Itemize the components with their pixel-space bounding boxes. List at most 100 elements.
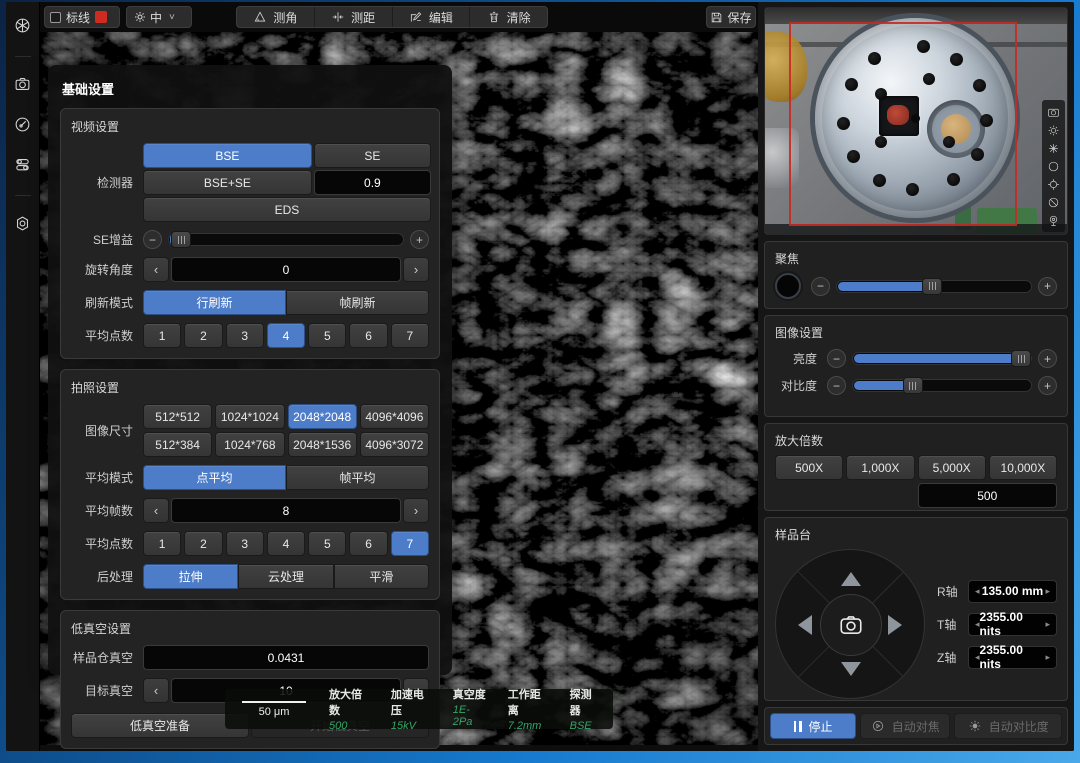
brightness-dropdown[interactable]: 中 ˅ (126, 6, 192, 28)
stage-left-button[interactable] (798, 615, 812, 635)
axis-value-field[interactable]: ◂ 2355.00 nits ▸ (968, 646, 1057, 669)
refresh-frame-button[interactable]: 帧刷新 (286, 290, 429, 315)
axis-increment-icon[interactable]: ▸ (1045, 619, 1050, 630)
image-size-button[interactable]: 1024*768 (215, 432, 284, 457)
photo-avg-point-button[interactable]: 6 (349, 531, 387, 556)
photo-avg-point-button[interactable]: 7 (391, 531, 429, 556)
target-vacuum-decrement-button[interactable]: ‹ (143, 678, 169, 703)
save-button[interactable]: 保存 (706, 6, 756, 28)
marker-checkbox[interactable] (50, 12, 61, 23)
camera-icon[interactable] (12, 73, 34, 95)
nut-settings-icon[interactable] (12, 212, 34, 234)
circle-icon[interactable] (1047, 159, 1061, 173)
post-stretch-button[interactable]: 拉伸 (143, 564, 238, 589)
video-avg-point-button[interactable]: 5 (308, 323, 346, 348)
post-cloud-button[interactable]: 云处理 (238, 564, 333, 589)
video-avg-point-button[interactable]: 6 (349, 323, 387, 348)
axis-increment-icon[interactable]: ▸ (1045, 586, 1050, 597)
se-gain-plus-button[interactable]: + (410, 230, 429, 249)
axis-value-field[interactable]: ◂ 135.00 mm ▸ (968, 580, 1057, 603)
stage-right-button[interactable] (888, 615, 902, 635)
rotation-increment-button[interactable]: › (403, 257, 429, 282)
aperture-icon[interactable] (12, 14, 34, 36)
focus-slider[interactable]: − + (811, 277, 1057, 296)
avg-frames-value-input[interactable]: 8 (171, 498, 401, 523)
video-avg-point-button[interactable]: 2 (184, 323, 222, 348)
sparkle-icon[interactable] (1047, 141, 1061, 155)
axis-decrement-icon[interactable]: ◂ (975, 586, 980, 597)
brightness-minus-button[interactable]: − (827, 349, 846, 368)
video-avg-point-button[interactable]: 3 (226, 323, 264, 348)
video-avg-point-button[interactable]: 7 (391, 323, 429, 348)
photo-avg-point-button[interactable]: 2 (184, 531, 222, 556)
detector-se-button[interactable]: SE (314, 143, 431, 168)
photo-avg-point-button[interactable]: 5 (308, 531, 346, 556)
image-size-button[interactable]: 1024*1024 (215, 404, 284, 429)
toggles-icon[interactable] (12, 153, 34, 175)
vacuum-prepare-button[interactable]: 低真空准备 (71, 713, 249, 738)
edit-button[interactable]: 编辑 (393, 7, 471, 27)
detector-mix-input[interactable]: 0.9 (314, 170, 431, 195)
post-smooth-button[interactable]: 平滑 (334, 564, 429, 589)
contrast-minus-button[interactable]: − (827, 376, 846, 395)
se-gain-minus-button[interactable]: − (143, 230, 162, 249)
se-gain-slider[interactable]: − + (143, 230, 429, 249)
refresh-line-button[interactable]: 行刷新 (143, 290, 286, 315)
contrast-plus-button[interactable]: + (1038, 376, 1057, 395)
clear-button[interactable]: 清除 (470, 7, 547, 27)
brightness-slider[interactable]: − + (827, 349, 1057, 368)
contrast-slider-handle[interactable] (903, 377, 923, 394)
focus-slider-handle[interactable] (922, 278, 942, 295)
magnification-button[interactable]: 10,000X (989, 455, 1057, 480)
image-size-button[interactable]: 4096*3072 (360, 432, 429, 457)
avg-mode-point-button[interactable]: 点平均 (143, 465, 286, 490)
rotation-decrement-button[interactable]: ‹ (143, 257, 169, 282)
detector-eds-button[interactable]: EDS (143, 197, 431, 222)
contrast-slider[interactable]: − + (827, 376, 1057, 395)
axis-increment-icon[interactable]: ▸ (1045, 652, 1050, 663)
measure-angle-button[interactable]: 测角 (237, 7, 315, 27)
image-size-button[interactable]: 2048*2048 (288, 404, 357, 429)
autocontrast-button[interactable]: 自动对比度 (954, 713, 1062, 739)
stage-camera-button[interactable] (820, 594, 882, 656)
stage-up-button[interactable] (841, 572, 861, 586)
video-avg-point-button[interactable]: 1 (143, 323, 181, 348)
stage-down-button[interactable] (841, 662, 861, 676)
focus-knob-icon[interactable] (775, 273, 801, 299)
focus-plus-button[interactable]: + (1038, 277, 1057, 296)
detector-bse-se-button[interactable]: BSE+SE (143, 170, 312, 195)
rotation-value-input[interactable]: 0 (171, 257, 401, 282)
crosshair-icon[interactable] (1047, 177, 1061, 191)
photo-avg-point-button[interactable]: 3 (226, 531, 264, 556)
brightness-slider-handle[interactable] (1011, 350, 1031, 367)
image-size-button[interactable]: 4096*4096 (360, 404, 429, 429)
magnification-button[interactable]: 5,000X (918, 455, 986, 480)
magnification-button[interactable]: 1,000X (846, 455, 914, 480)
image-size-button[interactable]: 512*384 (143, 432, 212, 457)
measure-distance-button[interactable]: 测距 (315, 7, 393, 27)
image-size-button[interactable]: 512*512 (143, 404, 212, 429)
marker-color-swatch[interactable] (95, 11, 107, 23)
video-avg-point-button[interactable]: 4 (267, 323, 305, 348)
snapshot-icon[interactable] (1047, 105, 1061, 119)
webcam-icon[interactable] (1047, 213, 1061, 227)
image-size-button[interactable]: 2048*1536 (288, 432, 357, 457)
disable-icon[interactable] (1047, 195, 1061, 209)
gear-icon[interactable] (1047, 123, 1061, 137)
se-gain-slider-handle[interactable] (171, 231, 191, 248)
dial-icon[interactable] (12, 113, 34, 135)
axis-value-field[interactable]: ◂ 2355.00 nits ▸ (968, 613, 1057, 636)
magnification-value-input[interactable]: 500 (918, 483, 1058, 508)
detector-bse-button[interactable]: BSE (143, 143, 312, 168)
avg-frames-decrement-button[interactable]: ‹ (143, 498, 169, 523)
brightness-plus-button[interactable]: + (1038, 349, 1057, 368)
chamber-camera-preview[interactable] (764, 7, 1068, 235)
avg-frames-increment-button[interactable]: › (403, 498, 429, 523)
stop-button[interactable]: 停止 (770, 713, 856, 739)
autofocus-button[interactable]: 自动对焦 (860, 713, 950, 739)
photo-avg-point-button[interactable]: 1 (143, 531, 181, 556)
focus-minus-button[interactable]: − (811, 277, 830, 296)
avg-mode-frame-button[interactable]: 帧平均 (286, 465, 429, 490)
magnification-button[interactable]: 500X (775, 455, 843, 480)
photo-avg-point-button[interactable]: 4 (267, 531, 305, 556)
